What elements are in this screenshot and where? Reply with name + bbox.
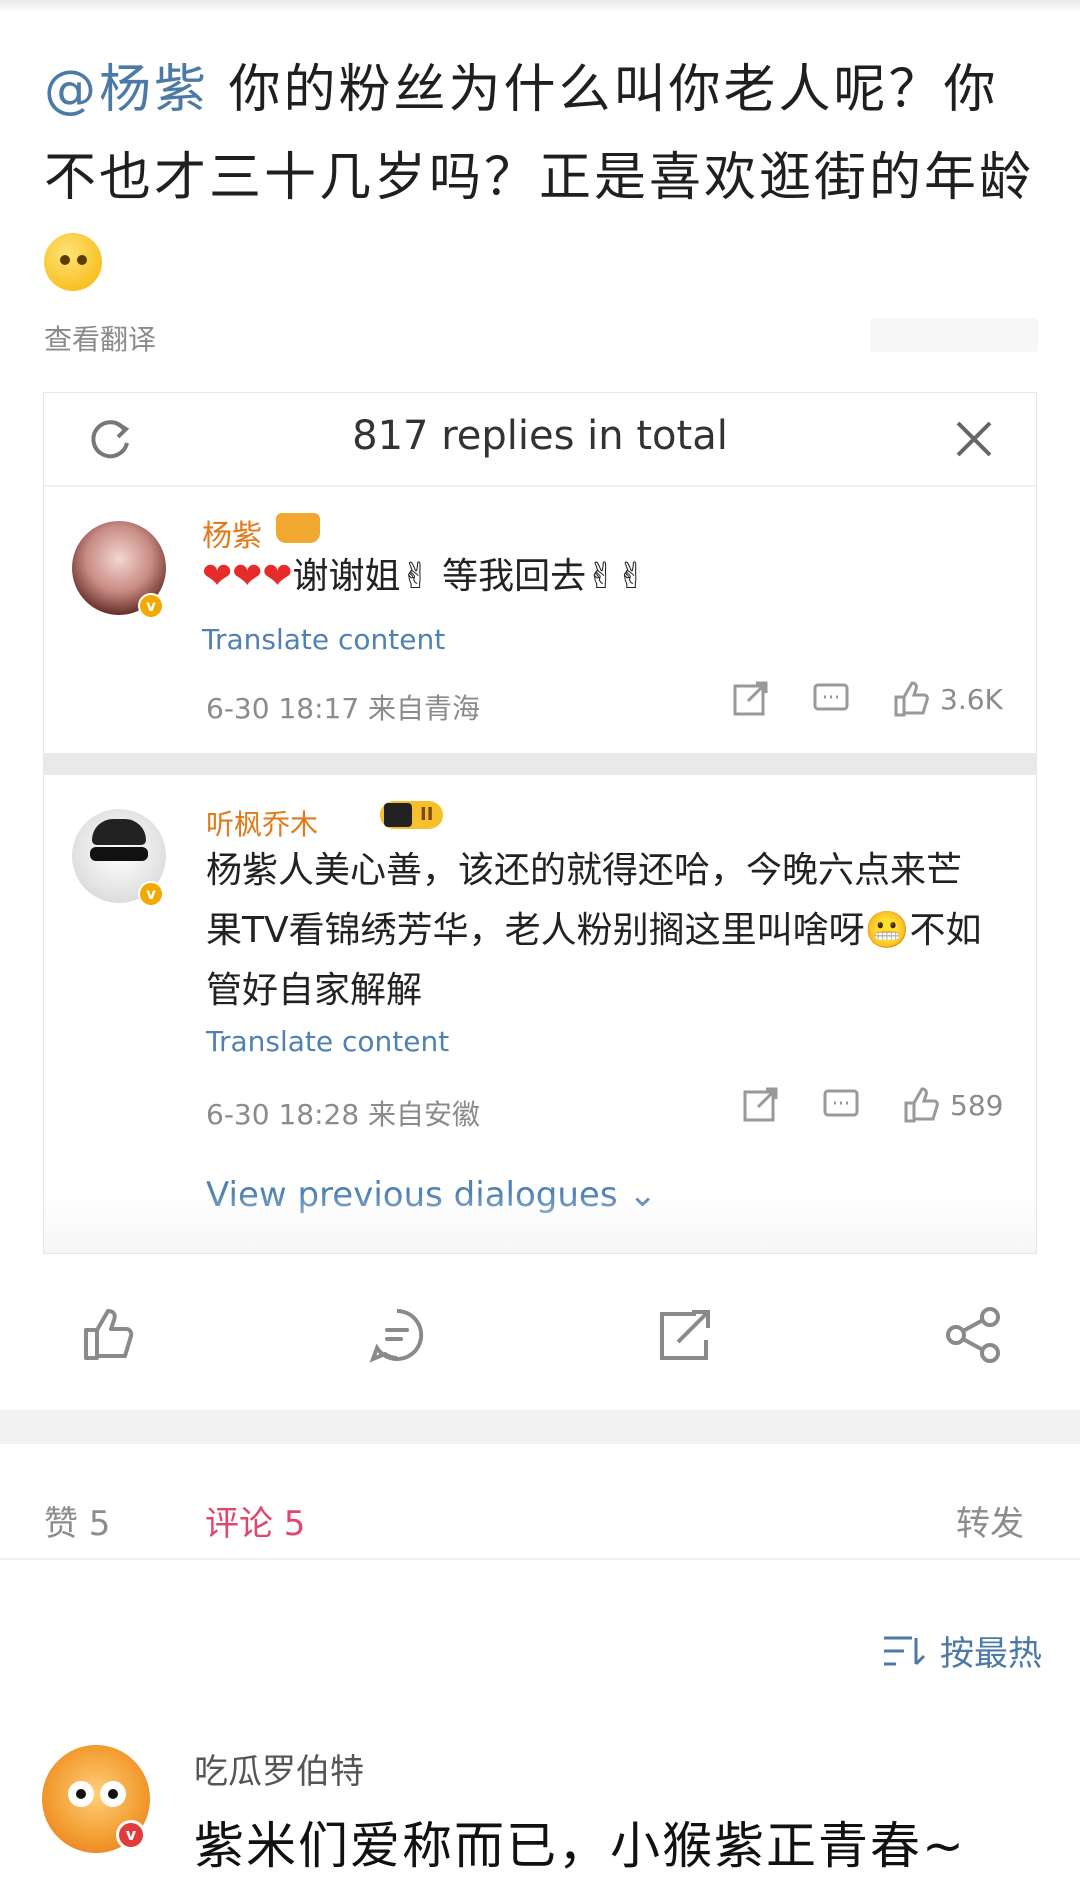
- share-button-icon[interactable]: [944, 1306, 1002, 1364]
- sort-icon: [884, 1636, 926, 1665]
- section-gap: [0, 1410, 1080, 1444]
- share-icon: [733, 681, 768, 716]
- level-badge-icon: II: [380, 801, 444, 829]
- share-icon: [743, 1087, 778, 1122]
- faint-placeholder: [870, 318, 1038, 352]
- comment-icon: [823, 1089, 859, 1117]
- reply-line: 管好自家解解: [206, 970, 423, 1011]
- reply-meta: 6-30 18:28 来自安徽: [206, 1098, 481, 1131]
- reply-text: 杨紫人美心善，该还的就得还哈，今晚六点来芒 果TV看锦绣芳华，老人粉别搁这里叫啥…: [206, 841, 981, 1021]
- thinking-emoji-icon: [44, 233, 102, 291]
- embed-header: 817 replies in total: [44, 393, 1036, 487]
- like-count: 3.6K: [940, 682, 1003, 716]
- reply-username: 听枫乔木: [206, 808, 319, 841]
- verified-badge-icon: v: [116, 1820, 146, 1850]
- embed-title: 817 replies in total: [352, 413, 728, 459]
- comment-icon: [813, 683, 849, 711]
- comment-username[interactable]: 吃瓜罗伯特: [194, 1744, 364, 1793]
- reply-actions: 589: [700, 1087, 1003, 1123]
- reply-item: v 听枫乔木 II 杨紫人美心善，该还的就得还哈，今晚六点来芒 果TV看锦绣芳华…: [44, 777, 1036, 1197]
- crown-icon: [276, 513, 320, 543]
- reply-separator: [44, 753, 1036, 775]
- reply-text: ❤❤❤谢谢姐✌ 等我回去✌✌: [202, 547, 646, 607]
- tab-comments[interactable]: 评论 5: [205, 1496, 305, 1545]
- close-icon: [956, 421, 992, 457]
- verified-badge-icon: v: [138, 593, 164, 619]
- comment-button-icon[interactable]: [368, 1306, 426, 1364]
- reply-body: 谢谢姐✌ 等我回去✌✌: [292, 556, 647, 597]
- like-count: 589: [950, 1088, 1004, 1122]
- like-icon: [894, 681, 929, 717]
- like-icon: [904, 1087, 939, 1123]
- mention-link[interactable]: @杨紫: [44, 60, 209, 120]
- translate-content-link: Translate content: [202, 623, 446, 656]
- like-button-icon[interactable]: [80, 1306, 138, 1364]
- sort-label: 按最热: [940, 1634, 1042, 1674]
- post-body: @杨紫 你的粉丝为什么叫你老人呢？你不也才三十几岁吗？正是喜欢逛街的年龄: [44, 46, 1044, 310]
- view-translation-link[interactable]: 查看翻译: [44, 318, 156, 358]
- verified-badge-icon: v: [138, 881, 164, 907]
- bottom-fade: [44, 1193, 1036, 1253]
- tab-likes[interactable]: 赞 5: [44, 1496, 110, 1545]
- reply-line: 杨紫人美心善，该还的就得还哈，今晚六点来芒: [206, 850, 963, 891]
- comment-text: 紫米们爱称而已，小猴紫正青春~: [194, 1817, 966, 1875]
- sort-toggle[interactable]: 按最热: [882, 1626, 1042, 1675]
- reply-line: 果TV看锦绣芳华，老人粉别搁这里叫啥呀😬不如: [206, 910, 982, 951]
- tab-reposts[interactable]: 转发: [956, 1496, 1024, 1545]
- post-action-bar: [0, 1296, 1080, 1386]
- post-tabs: 赞 5 评论 5 转发: [0, 1470, 1080, 1560]
- repost-button-icon[interactable]: [656, 1306, 714, 1364]
- reply-meta: 6-30 18:17 来自青海: [206, 692, 481, 725]
- embedded-screenshot[interactable]: 817 replies in total v 杨紫 ❤❤❤谢谢姐✌ 等我回去✌✌…: [43, 392, 1037, 1254]
- hearts-icon: ❤❤❤: [202, 556, 293, 597]
- reply-actions: 3.6K: [690, 681, 1003, 717]
- top-divider: [0, 0, 1080, 12]
- translate-content-link: Translate content: [206, 1025, 450, 1058]
- reply-item: v 杨紫 ❤❤❤谢谢姐✌ 等我回去✌✌ Translate content 6-…: [44, 501, 1036, 725]
